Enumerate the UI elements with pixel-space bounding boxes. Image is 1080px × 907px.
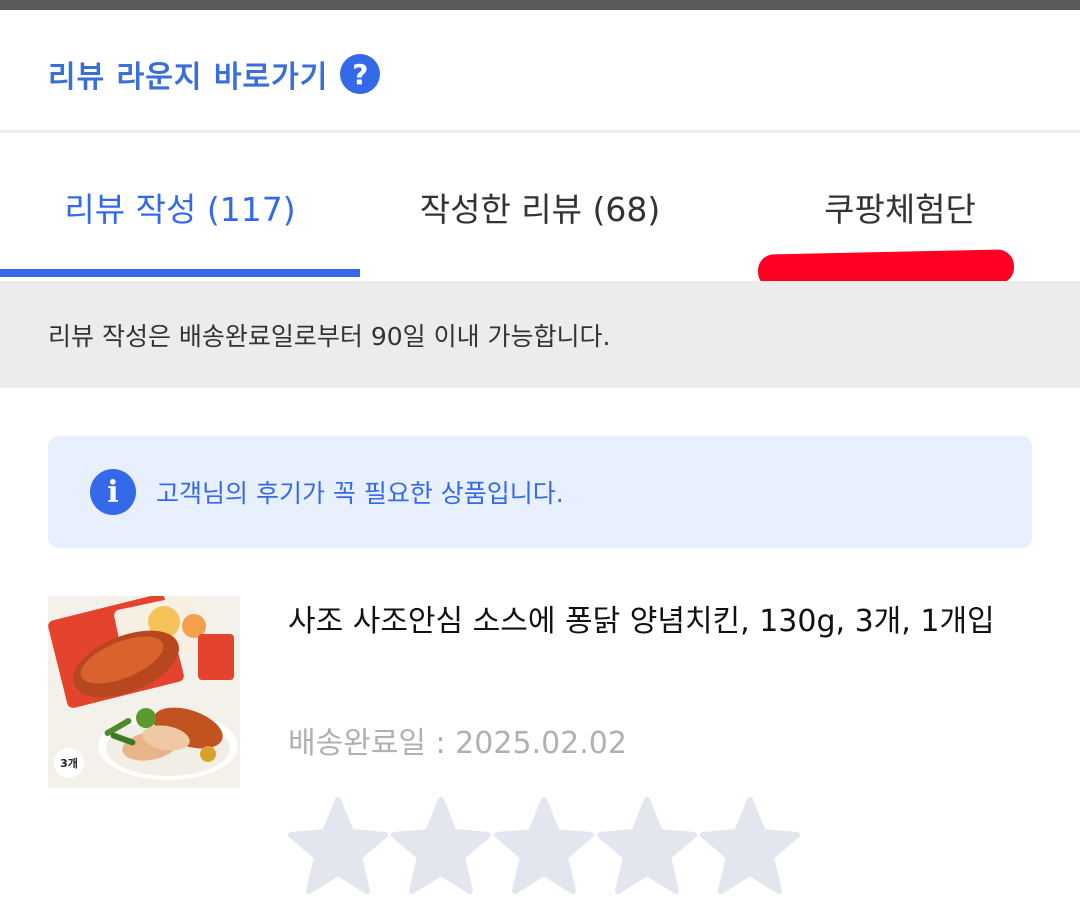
tab-write-review-label: 리뷰 작성 (117) [64,190,296,229]
review-period-notice-text: 리뷰 작성은 배송완료일로부터 90일 이내 가능합니다. [48,321,611,351]
info-banner-text: 고객님의 후기가 꼭 필요한 상품입니다. [156,479,564,508]
review-lounge-link[interactable]: 리뷰 라운지 바로가기 ? [48,50,381,98]
star-3-icon[interactable] [494,796,594,896]
quantity-badge: 3개 [54,748,84,778]
info-banner: i 고객님의 후기가 꼭 필요한 상품입니다. [48,436,1032,548]
tab-written-reviews-label: 작성한 리뷰 (68) [419,190,661,229]
star-1-icon[interactable] [288,796,388,896]
star-2-icon[interactable] [391,796,491,896]
star-5-icon[interactable] [700,796,800,896]
status-bar-edge [0,0,1080,10]
tab-write-review[interactable]: 리뷰 작성 (117) [0,133,360,281]
help-icon[interactable]: ? [340,54,381,94]
product-thumbnail[interactable]: 3개 [48,596,240,788]
review-period-notice: 리뷰 작성은 배송완료일로부터 90일 이내 가능합니다. [0,281,1080,388]
info-icon: i [90,469,136,515]
tab-coupang-experience-label: 쿠팡체험단 [824,190,976,229]
review-lounge-label: 리뷰 라운지 바로가기 [48,60,329,95]
star-4-icon[interactable] [597,796,697,896]
active-tab-indicator [0,269,360,277]
product-name[interactable]: 사조 사조안심 소스에 퐁닭 양념치킨, 130g, 3개, 1개입 [288,600,1028,644]
delivery-date: 배송완료일 : 2025.02.02 [288,726,627,761]
tab-written-reviews[interactable]: 작성한 리뷰 (68) [360,133,720,281]
star-rating[interactable] [288,796,803,896]
